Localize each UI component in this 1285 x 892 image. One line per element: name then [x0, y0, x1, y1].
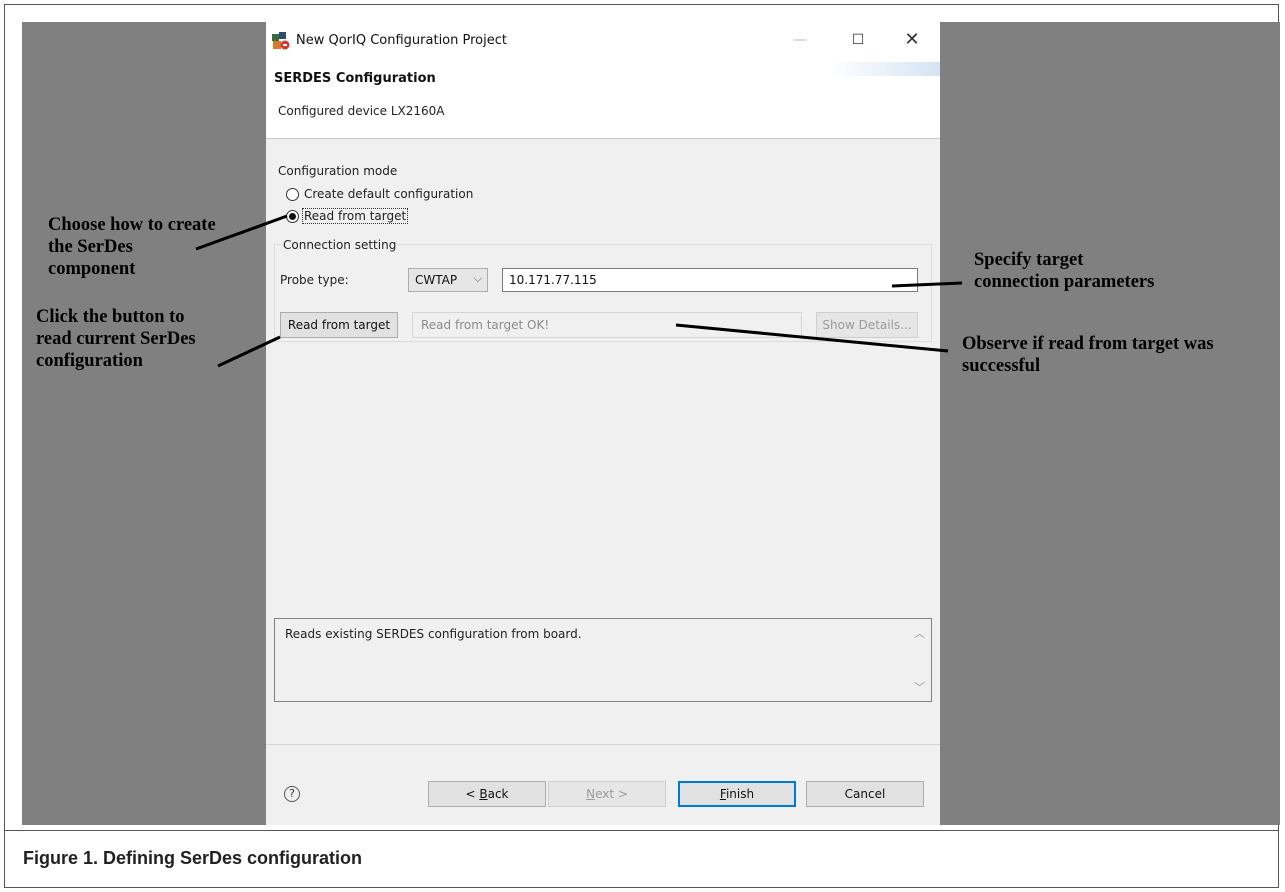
header-banner	[830, 62, 940, 76]
scroll-down-icon[interactable]: ﹀	[914, 679, 925, 695]
minimize-button[interactable]: —	[790, 28, 810, 52]
app-icon	[272, 32, 290, 50]
annotation-specify-line-2: connection parameters	[974, 272, 1155, 292]
annotation-choose-line-2: the SerDes	[48, 237, 133, 257]
annotation-click: Click the button to read current SerDes …	[36, 306, 196, 372]
maximize-button[interactable]: ☐	[848, 28, 868, 52]
probe-type-label: Probe type:	[280, 273, 349, 287]
annotation-observe-line-1: Observe if read from target was	[962, 334, 1214, 354]
page-title: SERDES Configuration	[274, 71, 436, 86]
radio-create-default[interactable]	[286, 188, 299, 201]
next-button[interactable]: Next >	[548, 781, 666, 807]
config-mode-label: Configuration mode	[278, 164, 398, 178]
annotation-click-line-2: read current SerDes	[36, 329, 196, 349]
read-status-field: Read from target OK!	[412, 312, 802, 338]
annotation-click-line-1: Click the button to	[36, 307, 185, 327]
wizard-header: SERDES Configuration Configured device L…	[266, 62, 940, 139]
annotation-specify-line-1: Specify target	[974, 250, 1084, 270]
annotation-observe-line-2: successful	[962, 356, 1041, 376]
scroll-up-icon[interactable]: ︿	[914, 625, 925, 641]
back-rest: ack	[487, 787, 509, 801]
window-title: New QorIQ Configuration Project	[296, 33, 507, 48]
caption-divider	[4, 830, 1279, 831]
read-from-target-button[interactable]: Read from target	[280, 312, 398, 338]
finish-button[interactable]: Finish	[678, 781, 796, 807]
next-mnemonic: N	[586, 787, 596, 801]
annotation-observe: Observe if read from target was successf…	[962, 333, 1214, 377]
figure-caption: Figure 1. Defining SerDes configuration	[23, 848, 363, 868]
probe-type-value: CWTAP	[415, 273, 458, 287]
probe-type-select[interactable]: CWTAP ⌵	[408, 268, 488, 292]
description-text: Reads existing SERDES configuration from…	[285, 627, 582, 641]
page-subtitle: Configured device LX2160A	[278, 104, 445, 118]
footer-divider	[266, 744, 940, 745]
annotation-choose-line-1: Choose how to create	[48, 215, 216, 235]
help-icon[interactable]: ?	[284, 786, 300, 802]
connection-setting-label: Connection setting	[282, 238, 398, 252]
chevron-down-icon: ⌵	[473, 272, 482, 285]
radio-selected-dot	[289, 213, 296, 220]
title-bar: New QorIQ Configuration Project — ☐ ✕	[266, 22, 940, 62]
description-box[interactable]: Reads existing SERDES configuration from…	[274, 618, 932, 702]
annotation-choose: Choose how to create the SerDes componen…	[48, 214, 216, 280]
back-button[interactable]: < Back	[428, 781, 546, 807]
back-mnemonic: B	[479, 787, 488, 801]
cancel-button[interactable]: Cancel	[806, 781, 924, 807]
close-button[interactable]: ✕	[902, 28, 922, 52]
annotation-choose-line-3: component	[48, 259, 136, 279]
next-rest: ext >	[595, 787, 628, 801]
target-address-input[interactable]: 10.171.77.115	[502, 268, 918, 292]
back-prefix: <	[465, 787, 480, 801]
radio-create-default-label[interactable]: Create default configuration	[304, 187, 473, 201]
annotation-click-line-3: configuration	[36, 351, 143, 371]
show-details-button[interactable]: Show Details...	[816, 312, 918, 338]
radio-read-from-target[interactable]	[286, 210, 299, 223]
annotation-specify: Specify target connection parameters	[974, 249, 1154, 293]
finish-rest: inish	[725, 787, 755, 801]
radio-read-from-target-label[interactable]: Read from target	[302, 208, 409, 224]
wizard-dialog: New QorIQ Configuration Project — ☐ ✕ SE…	[266, 22, 940, 825]
